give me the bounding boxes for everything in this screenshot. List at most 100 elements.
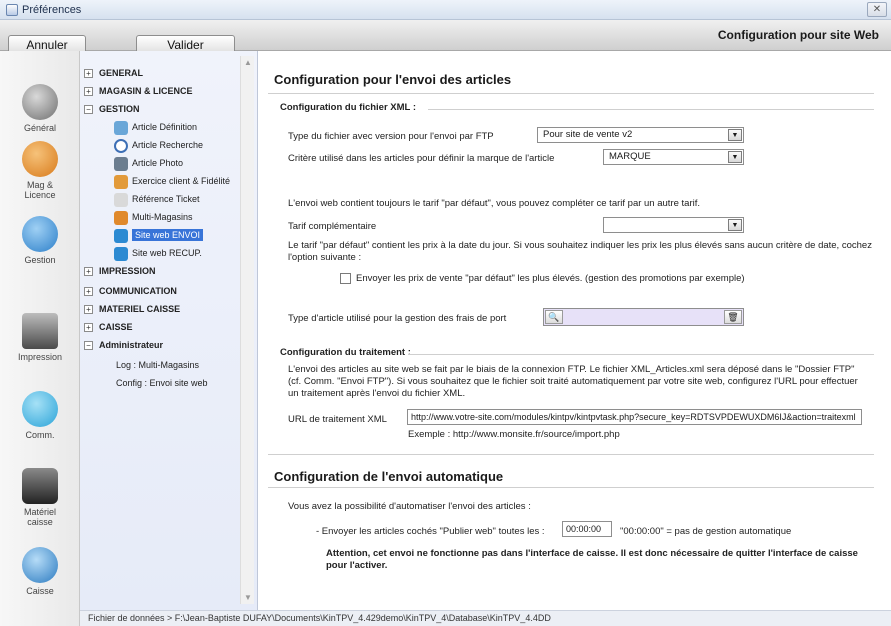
tree-item-label: Article Photo bbox=[132, 158, 184, 168]
expand-icon[interactable]: + bbox=[84, 287, 93, 297]
tree-item-article-photo[interactable]: Article Photo bbox=[114, 155, 183, 171]
tree-group-label: COMMUNICATION bbox=[99, 286, 177, 296]
expand-icon[interactable]: + bbox=[84, 69, 93, 79]
expand-icon[interactable]: + bbox=[84, 87, 93, 97]
divider bbox=[268, 487, 874, 488]
category-general[interactable]: Général bbox=[0, 84, 80, 133]
shipping-type-label: Type d'article utilisé pour la gestion d… bbox=[288, 313, 507, 324]
window-title: Préférences bbox=[22, 3, 82, 16]
chevron-down-icon[interactable]: ▼ bbox=[728, 129, 742, 141]
tree-group-label: IMPRESSION bbox=[99, 266, 156, 276]
tree-group-administrateur[interactable]: − Administrateur bbox=[84, 337, 163, 353]
category-gestion[interactable]: Gestion bbox=[0, 216, 80, 265]
scroll-up-icon[interactable]: ▲ bbox=[244, 58, 252, 67]
tree-group-gestion[interactable]: − GESTION bbox=[84, 101, 140, 117]
category-icon-bar: Général Mag & Licence Gestion Impression… bbox=[0, 51, 80, 626]
tree-item-label: Site web RECUP. bbox=[132, 248, 202, 258]
trash-icon[interactable]: 🗑 bbox=[724, 310, 742, 324]
category-label: Gestion bbox=[24, 255, 56, 265]
expand-icon[interactable]: + bbox=[84, 267, 93, 277]
tree-group-materiel-caisse[interactable]: + MATERIEL CAISSE bbox=[84, 301, 180, 317]
shipping-type-lookup[interactable]: 🔍 🗑 bbox=[543, 308, 744, 326]
tree-group-communication[interactable]: + COMMUNICATION bbox=[84, 283, 177, 299]
tree-item-label: Article Recherche bbox=[132, 140, 204, 150]
default-price-explain: Le tarif "par défaut" contient les prix … bbox=[288, 240, 872, 263]
store-icon bbox=[22, 141, 58, 177]
tree-item-label: Exercice client & Fidélité bbox=[132, 176, 231, 186]
category-caisse[interactable]: Caisse bbox=[0, 547, 80, 596]
highest-price-checkbox[interactable] bbox=[340, 273, 351, 284]
extra-price-select[interactable]: ▼ bbox=[603, 217, 744, 233]
web-send-icon bbox=[114, 228, 128, 243]
treatment-subtitle: Configuration du traitement : bbox=[280, 347, 411, 358]
search-icon[interactable]: 🔍 bbox=[545, 310, 563, 324]
tree-group-magasin[interactable]: + MAGASIN & LICENCE bbox=[84, 83, 193, 99]
close-icon[interactable]: ✕ bbox=[867, 2, 887, 17]
tree-item-exercice-client[interactable]: Exercice client & Fidélité bbox=[114, 173, 230, 189]
tree-group-label: GENERAL bbox=[99, 68, 144, 78]
tree-item-label: Config : Envoi site web bbox=[116, 378, 208, 388]
expand-icon[interactable]: + bbox=[84, 323, 93, 333]
tree-group-impression[interactable]: + IMPRESSION bbox=[84, 263, 156, 279]
camera-icon bbox=[114, 156, 128, 171]
data-file-path: Fichier de données > F:\Jean-Baptiste DU… bbox=[80, 610, 891, 626]
collapse-icon[interactable]: − bbox=[84, 105, 93, 115]
article-definition-icon bbox=[114, 120, 128, 135]
xml-url-label: URL de traitement XML bbox=[288, 414, 387, 425]
scroll-down-icon[interactable]: ▼ bbox=[244, 593, 252, 602]
tree-group-caisse[interactable]: + CAISSE bbox=[84, 319, 133, 335]
collapse-icon[interactable]: − bbox=[84, 341, 93, 351]
tree-item-label: Site web ENVOI bbox=[132, 229, 204, 241]
xml-config-subtitle: Configuration du fichier XML : bbox=[280, 102, 416, 113]
tree-item-reference-ticket[interactable]: Référence Ticket bbox=[114, 191, 200, 207]
category-comm[interactable]: Comm. bbox=[0, 391, 80, 440]
tree-group-general[interactable]: + GENERAL bbox=[84, 65, 143, 81]
category-label: Matériel caisse bbox=[23, 507, 56, 527]
category-materiel-caisse[interactable]: Matériel caisse bbox=[0, 468, 80, 527]
category-label: Impression bbox=[17, 352, 62, 362]
window-titlebar: Préférences ✕ bbox=[0, 0, 891, 20]
app-icon bbox=[6, 3, 18, 16]
tree-item-article-definition[interactable]: Article Définition bbox=[114, 119, 197, 135]
tree-scrollbar[interactable]: ▲ ▼ bbox=[240, 56, 254, 604]
expand-icon[interactable]: + bbox=[84, 305, 93, 315]
chevron-down-icon[interactable]: ▼ bbox=[728, 151, 742, 163]
highest-price-label: Envoyer les prix de vente "par défaut" l… bbox=[356, 273, 745, 284]
chevron-down-icon[interactable]: ▼ bbox=[728, 219, 742, 231]
tree-item-site-web-recup[interactable]: Site web RECUP. bbox=[114, 245, 202, 261]
tree-group-label: Administrateur bbox=[99, 340, 164, 350]
xml-url-field[interactable]: http://www.votre-site.com/modules/kintpv… bbox=[407, 409, 862, 425]
tree-item-label: Article Définition bbox=[132, 122, 198, 132]
web-receive-icon bbox=[114, 246, 128, 261]
brand-criterion-value: MARQUE bbox=[609, 151, 651, 162]
brand-criterion-select[interactable]: MARQUE ▼ bbox=[603, 149, 744, 165]
main-content: Configuration pour l'envoi des articles … bbox=[258, 51, 891, 610]
cash-icon bbox=[22, 547, 58, 583]
stores-icon bbox=[114, 210, 128, 225]
tree-item-label: Log : Multi-Magasins bbox=[116, 360, 200, 370]
divider bbox=[268, 93, 874, 94]
register-icon bbox=[22, 468, 58, 504]
gears-icon bbox=[22, 84, 58, 120]
section-title-envoi-articles: Configuration pour l'envoi des articles bbox=[274, 72, 512, 87]
tree-item-article-recherche[interactable]: Article Recherche bbox=[114, 137, 203, 153]
tree-item-log-multi-magasins[interactable]: Log : Multi-Magasins bbox=[116, 357, 199, 373]
divider bbox=[408, 354, 874, 355]
tree-item-site-web-envoi[interactable]: Site web ENVOI bbox=[114, 227, 204, 243]
ticket-icon bbox=[114, 192, 128, 207]
tree-group-label: MATERIEL CAISSE bbox=[99, 304, 181, 314]
auto-send-note: "00:00:00" = pas de gestion automatique bbox=[620, 526, 792, 537]
category-mag-licence[interactable]: Mag & Licence bbox=[0, 141, 80, 200]
auto-send-warning: Attention, cet envoi ne fonctionne pas d… bbox=[326, 548, 858, 571]
ftp-type-select[interactable]: Pour site de vente v2 ▼ bbox=[537, 127, 744, 143]
section-title-envoi-automatique: Configuration de l'envoi automatique bbox=[274, 469, 504, 484]
magnifier-icon bbox=[114, 138, 128, 153]
printer-icon bbox=[22, 313, 58, 349]
tree-item-multi-magasins[interactable]: Multi-Magasins bbox=[114, 209, 193, 225]
category-label: Général bbox=[23, 123, 57, 133]
tree-item-config-envoi-site-web[interactable]: Config : Envoi site web bbox=[116, 375, 208, 391]
category-impression[interactable]: Impression bbox=[0, 313, 80, 362]
tree-group-label: CAISSE bbox=[99, 322, 133, 332]
tree-item-label: Référence Ticket bbox=[132, 194, 200, 204]
auto-send-interval[interactable]: 00:00:00 bbox=[562, 521, 612, 537]
